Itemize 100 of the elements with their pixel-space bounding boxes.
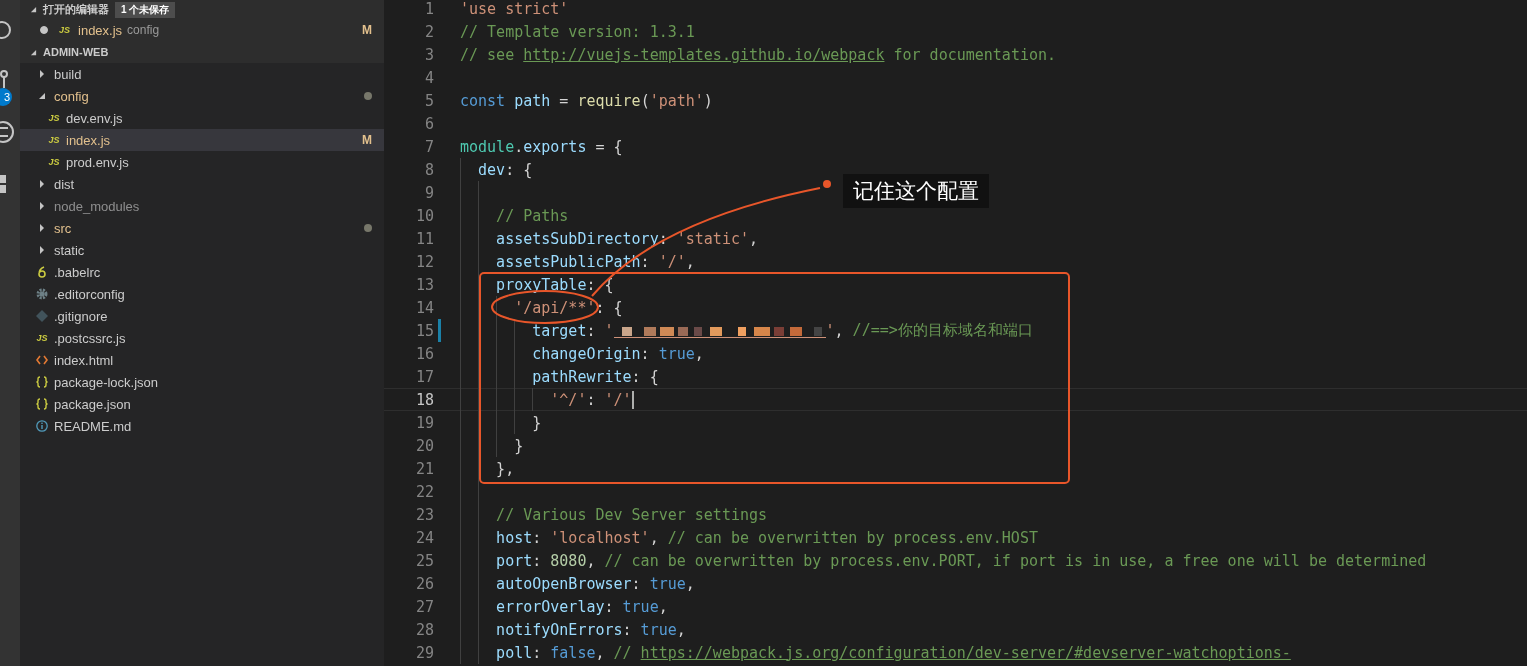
- line-number: 12: [414, 252, 434, 271]
- file-name: prod.env.js: [66, 154, 129, 170]
- tree-item[interactable]: JS prod.env.js: [20, 151, 384, 173]
- expanded-caret-icon[interactable]: [30, 6, 37, 13]
- tree-item[interactable]: .babelrc: [20, 261, 384, 283]
- tree-item[interactable]: build: [20, 63, 384, 85]
- line-number: 10: [414, 206, 434, 225]
- code-line: }: [532, 413, 542, 432]
- section-header[interactable]: ADMIN-WEB: [20, 41, 384, 63]
- tree-item[interactable]: dist: [20, 173, 384, 195]
- code-line: '/api/**': {: [514, 298, 623, 317]
- file-name: .postcssrc.js: [54, 330, 126, 346]
- tree-item[interactable]: src: [20, 217, 384, 239]
- code-line: '^/': '/': [550, 390, 634, 409]
- code-editor[interactable]: [384, 0, 1527, 666]
- line-number: 2: [423, 22, 434, 41]
- line-number: 24: [414, 528, 434, 547]
- file-name: README.md: [54, 418, 132, 434]
- line-number: 13: [414, 275, 434, 294]
- expanded-caret-icon[interactable]: [38, 92, 46, 100]
- braces-icon: [36, 398, 48, 410]
- code-line: proxyTable: {: [496, 275, 614, 294]
- tree-item[interactable]: static: [20, 239, 384, 261]
- line-number: 19: [414, 413, 434, 432]
- angle-brackets-icon: [36, 355, 48, 365]
- git-status-letter: M: [362, 23, 372, 37]
- folder-name: dist: [54, 176, 75, 192]
- braces-icon: [36, 376, 48, 388]
- line-number: 28: [414, 620, 434, 639]
- code-line: const path = require('path'): [460, 91, 713, 110]
- code-line: port: 8080, // can be overwritten by process.env.PORT, if port is in use, a free one will be determined: [496, 551, 1427, 570]
- file-name: dev.env.js: [66, 110, 123, 126]
- text-cursor: [631, 390, 634, 409]
- info-icon: [36, 420, 48, 432]
- section-title: 打开的编辑器: [43, 2, 109, 17]
- line-number: 29: [414, 643, 434, 662]
- collapsed-caret-icon[interactable]: [38, 70, 46, 78]
- code-line: assetsSubDirectory: 'static',: [496, 229, 758, 248]
- line-number: 14: [414, 298, 434, 317]
- js-file-icon: JS: [36, 333, 48, 343]
- line-number: 3: [423, 45, 434, 64]
- line-number: 17: [414, 367, 434, 386]
- file-name: package.json: [54, 396, 131, 412]
- file-name: index.js: [78, 22, 123, 38]
- code-line: 'use strict': [460, 0, 569, 18]
- tree-item[interactable]: config: [20, 85, 384, 107]
- collapsed-caret-icon[interactable]: [38, 180, 46, 188]
- line-number: 22: [414, 482, 434, 501]
- git-status-letter: M: [362, 133, 372, 147]
- tree-item[interactable]: JS dev.env.js: [20, 107, 384, 129]
- diamond-icon: [36, 310, 48, 322]
- code-line: errorOverlay: true,: [496, 597, 668, 616]
- folder-name: config: [54, 88, 89, 104]
- tree-item[interactable]: .editorconfig: [20, 283, 384, 305]
- tree-item[interactable]: index.html: [20, 349, 384, 371]
- open-editor-item[interactable]: JS index.js config M: [20, 19, 384, 41]
- file-name: .babelrc: [54, 264, 101, 280]
- code-line: dev: {: [478, 160, 533, 179]
- line-number: 7: [423, 137, 434, 156]
- collapsed-caret-icon[interactable]: [38, 246, 46, 254]
- folder-description: config: [127, 23, 160, 37]
- unsaved-badge: 1 个未保存: [115, 1, 176, 18]
- line-number: 25: [414, 551, 434, 570]
- annotation-dot: [823, 180, 831, 188]
- code-line: autoOpenBrowser: true,: [496, 574, 695, 593]
- code-line: },: [496, 459, 515, 478]
- file-name: index.html: [54, 352, 114, 368]
- js-file-icon: JS: [48, 135, 60, 145]
- folder-name: node_modules: [54, 198, 140, 214]
- collapsed-caret-icon[interactable]: [38, 202, 46, 210]
- collapsed-caret-icon[interactable]: [38, 224, 46, 232]
- gear-icon: [36, 288, 48, 300]
- callout-label: 记住这个配置: [843, 174, 989, 208]
- line-number: 9: [423, 183, 434, 202]
- section-header[interactable]: 打开的编辑器 1 个未保存: [20, 0, 384, 19]
- expanded-caret-icon[interactable]: [30, 48, 37, 56]
- js-file-icon: JS: [48, 113, 60, 123]
- code-line: module.exports = {: [460, 137, 623, 156]
- tree-item[interactable]: JS .postcssrc.js: [20, 327, 384, 349]
- line-number: 15: [414, 321, 434, 340]
- line-number: 16: [414, 344, 434, 363]
- tree-item[interactable]: .gitignore: [20, 305, 384, 327]
- tree-item[interactable]: package.json: [20, 393, 384, 415]
- count-badge: 3: [0, 88, 12, 106]
- line-number: 18: [414, 390, 434, 409]
- line-number: 5: [423, 91, 434, 110]
- folder-name: static: [54, 242, 85, 258]
- tree-item[interactable]: node_modules: [20, 195, 384, 217]
- folder-name: build: [54, 66, 82, 82]
- line-number: 8: [423, 160, 434, 179]
- tree-item[interactable]: package-lock.json: [20, 371, 384, 393]
- line-number: 20: [414, 436, 434, 455]
- file-name: .gitignore: [54, 308, 108, 324]
- code-line: changeOrigin: true,: [532, 344, 704, 363]
- tree-item[interactable]: JS index.js M: [20, 129, 384, 151]
- line-number: 11: [414, 229, 434, 248]
- tree-item[interactable]: README.md: [20, 415, 384, 437]
- code-line: }: [514, 436, 524, 455]
- file-name: .editorconfig: [54, 286, 125, 302]
- unsaved-dot[interactable]: [40, 26, 48, 34]
